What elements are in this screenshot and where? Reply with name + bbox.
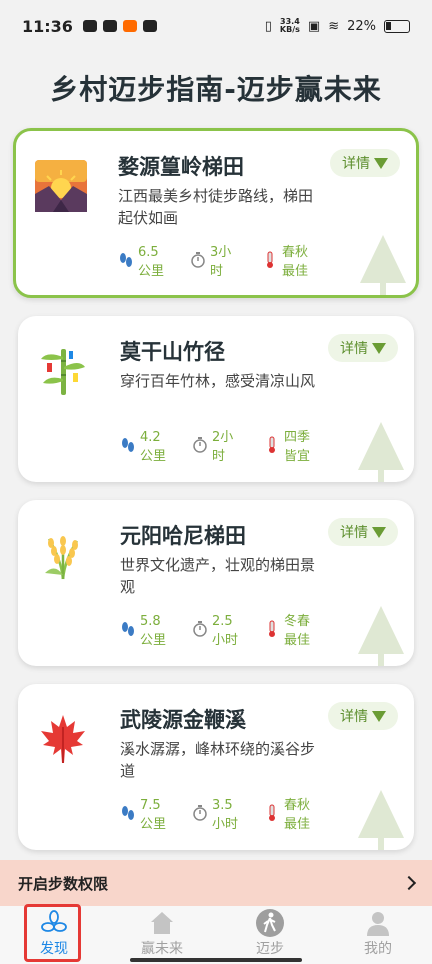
tree-decoration-icon (358, 422, 404, 482)
footprints-icon (122, 806, 134, 820)
selection-highlight (24, 904, 81, 962)
route-description: 世界文化遗产，壮观的梯田景观 (120, 556, 316, 596)
route-distance: 7.5 公里 (140, 798, 167, 832)
network-speed: 33.4 KB/s (279, 17, 300, 34)
route-title: 莫干山竹径 (120, 340, 225, 364)
tab-profile[interactable]: 我的 (324, 906, 432, 964)
thermometer-icon (269, 436, 275, 453)
link-icon (142, 20, 157, 32)
rice-icon (36, 528, 90, 582)
stopwatch-icon (191, 252, 205, 268)
details-label: 详情 (340, 709, 368, 725)
tab-label: 迈步 (256, 941, 284, 957)
thermometer-icon (267, 251, 273, 268)
chevron-right-icon (401, 875, 417, 891)
step-permission-banner[interactable]: 开启步数权限 (0, 860, 432, 906)
route-stats: 7.5 公里 3.5 小时 春秋最佳 (120, 796, 336, 834)
route-description: 江西最美乡村徒步路线，梯田起伏如画 (118, 187, 314, 227)
footprints-icon (122, 438, 134, 452)
tiktok-icon (102, 20, 117, 32)
home-icon (147, 908, 177, 938)
route-duration: 3小时 (210, 245, 232, 279)
walk-icon (255, 908, 285, 938)
tree-decoration-icon (358, 790, 404, 850)
bamboo-icon (36, 344, 90, 398)
route-title: 婺源篁岭梯田 (118, 155, 244, 179)
app-notification-icon (122, 20, 137, 32)
details-label: 详情 (340, 341, 368, 357)
details-button[interactable]: 详情 (330, 149, 400, 177)
thermometer-icon (269, 620, 275, 637)
triangle-down-icon (372, 526, 386, 538)
route-stats: 4.2公里 2小时 四季皆宜 (120, 428, 336, 466)
route-season: 春秋最佳 (284, 798, 311, 832)
route-card[interactable]: 元阳哈尼梯田 世界文化遗产，壮观的梯田景观 详情 5.8 公里 2.5 小时 冬… (18, 500, 414, 666)
route-distance: 5.8 公里 (140, 614, 167, 648)
route-season: 冬春最佳 (284, 614, 311, 648)
stopwatch-icon (193, 805, 207, 821)
tree-decoration-icon (360, 235, 406, 295)
sim-icon: ▣ (307, 18, 321, 34)
route-season: 春秋最佳 (282, 245, 309, 279)
route-description: 穿行百年竹林，感受清凉山风 (120, 372, 316, 390)
sunrise-icon (34, 159, 88, 213)
route-duration: 3.5 小时 (212, 798, 239, 832)
tree-decoration-icon (358, 606, 404, 666)
route-card[interactable]: 婺源篁岭梯田 江西最美乡村徒步路线，梯田起伏如画 详情 6.5公里 3小时 春秋… (13, 128, 419, 298)
battery-text: 22% (347, 18, 376, 34)
triangle-down-icon (374, 157, 388, 169)
route-season: 四季皆宜 (284, 430, 311, 464)
vibrate-icon: ▯ (264, 18, 272, 34)
tab-label: 赢未来 (141, 941, 183, 957)
route-duration: 2小时 (212, 430, 234, 464)
tab-label: 我的 (364, 941, 392, 957)
thermometer-icon (269, 804, 275, 821)
tab-walk[interactable]: 迈步 (216, 906, 324, 964)
footprints-icon (120, 253, 132, 267)
stopwatch-icon (193, 437, 207, 453)
stopwatch-icon (193, 621, 207, 637)
details-button[interactable]: 详情 (328, 334, 398, 362)
route-title: 元阳哈尼梯田 (120, 524, 246, 548)
triangle-down-icon (372, 342, 386, 354)
route-duration: 2.5 小时 (212, 614, 239, 648)
status-time: 11:36 (22, 16, 73, 36)
footprints-icon (122, 622, 134, 636)
route-title: 武陵源金鞭溪 (120, 708, 246, 732)
details-button[interactable]: 详情 (328, 702, 398, 730)
tab-win-future[interactable]: 赢未来 (108, 906, 216, 964)
battery-icon (384, 19, 410, 33)
details-label: 详情 (340, 525, 368, 541)
step-permission-label: 开启步数权限 (18, 874, 109, 893)
triangle-down-icon (372, 710, 386, 722)
status-bar: 11:36 ▯ 33.4 KB/s ▣ ≋ 22% (0, 0, 432, 52)
home-indicator (130, 958, 302, 962)
route-stats: 5.8 公里 2.5 小时 冬春最佳 (120, 612, 336, 650)
details-button[interactable]: 详情 (328, 518, 398, 546)
route-card[interactable]: 莫干山竹径 穿行百年竹林，感受清凉山风 详情 4.2公里 2小时 四季皆宜 (18, 316, 414, 482)
page-title: 乡村迈步指南-迈步赢未来 (50, 73, 382, 106)
details-label: 详情 (342, 156, 370, 172)
route-distance: 4.2公里 (140, 430, 167, 464)
route-description: 溪水潺潺，峰林环绕的溪谷步道 (120, 740, 316, 780)
route-stats: 6.5公里 3小时 春秋最佳 (118, 243, 334, 281)
route-distance: 6.5公里 (138, 245, 165, 279)
wifi-icon: ≋ (328, 18, 340, 34)
maple-leaf-icon (36, 712, 90, 766)
notification-icon (82, 20, 97, 32)
route-card[interactable]: 武陵源金鞭溪 溪水潺潺，峰林环绕的溪谷步道 详情 7.5 公里 3.5 小时 春… (18, 684, 414, 850)
profile-icon (363, 908, 393, 938)
